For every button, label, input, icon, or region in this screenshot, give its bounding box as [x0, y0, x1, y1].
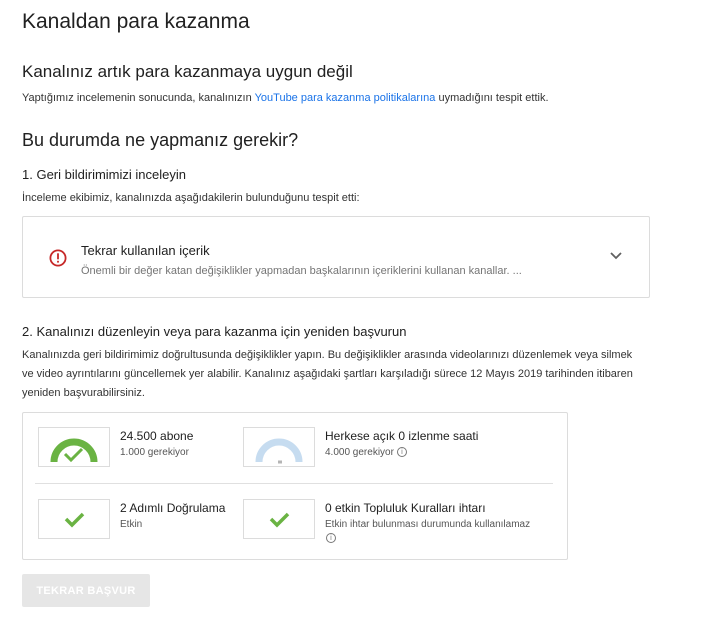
reapply-button[interactable]: TEKRAR BAŞVUR: [22, 574, 150, 607]
info-icon[interactable]: i: [326, 533, 336, 544]
subscribers-gauge: [38, 427, 110, 467]
req-watch-hours-subtitle-row: 4.000 gerekiyor i: [325, 447, 407, 458]
req-strikes-info-row: i: [323, 533, 336, 544]
status-desc-after: uymadığını tespit ettik.: [435, 92, 549, 104]
req-watch-hours-subtitle: 4.000 gerekiyor: [325, 447, 394, 458]
gauge-check-icon: [50, 438, 98, 463]
chevron-down-icon[interactable]: [609, 251, 623, 261]
two-step-tile: [38, 499, 110, 539]
req-subscribers-subtitle: 1.000 gerekiyor: [120, 447, 189, 458]
req-strikes-subtitle: Etkin ihtar bulunması durumunda kullanıl…: [325, 519, 531, 530]
error-icon: [49, 249, 67, 267]
step1-description: İnceleme ekibimiz, kanalınızda aşağıdaki…: [22, 192, 360, 204]
status-desc-before: Yaptığımız incelemenin sonucunda, kanalı…: [22, 92, 255, 104]
watch-hours-gauge: [243, 427, 315, 467]
req-watch-hours-title: Herkese açık 0 izlenme saati: [325, 429, 479, 443]
req-two-step-subtitle: Etkin: [120, 519, 143, 530]
community-guidelines-tile: [243, 499, 315, 539]
issue-card-reused-content[interactable]: Tekrar kullanılan içerik Önemli bir değe…: [22, 216, 650, 298]
gauge-icon: [255, 438, 303, 464]
issue-subtitle: Önemli bir değer katan değişiklikler yap…: [81, 265, 522, 277]
issue-title: Tekrar kullanılan içerik: [81, 243, 210, 258]
step1-title: 1. Geri bildirimimizi inceleyin: [22, 167, 186, 182]
req-strikes-title: 0 etkin Topluluk Kuralları ihtarı: [325, 501, 486, 515]
status-heading: Kanalınız artık para kazanmaya uygun değ…: [22, 62, 353, 81]
requirements-card: 24.500 abone 1.000 gerekiyor Herkese açı…: [22, 412, 568, 560]
policy-link[interactable]: YouTube para kazanma politikalarına: [255, 92, 436, 104]
req-subscribers-title: 24.500 abone: [120, 429, 194, 443]
step2-description: Kanalınızda geri bildirimimiz doğrultusu…: [22, 349, 633, 399]
status-description: Yaptığımız incelemenin sonucunda, kanalı…: [22, 92, 549, 104]
check-icon: [269, 512, 290, 528]
info-icon[interactable]: i: [396, 447, 407, 458]
what-to-do-heading: Bu durumda ne yapmanız gerekir?: [22, 130, 299, 150]
page-title: Kanaldan para kazanma: [22, 10, 250, 33]
requirements-divider: [35, 483, 553, 484]
req-two-step-title: 2 Adımlı Doğrulama: [120, 501, 226, 515]
step2-title: 2. Kanalınızı düzenleyin veya para kazan…: [22, 324, 407, 339]
check-icon: [64, 512, 85, 528]
